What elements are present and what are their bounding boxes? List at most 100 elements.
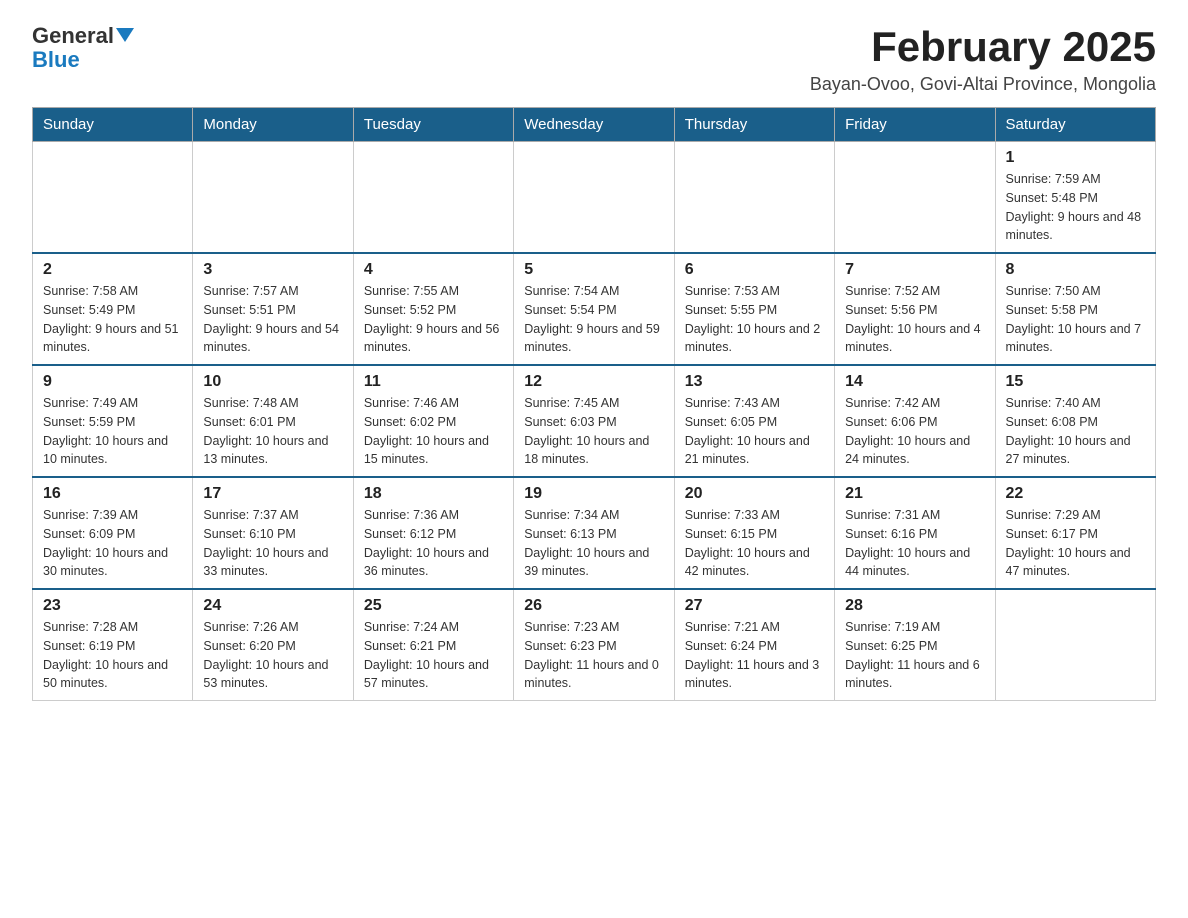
calendar-cell-w3-d7: 15Sunrise: 7:40 AMSunset: 6:08 PMDayligh… [995, 365, 1155, 477]
day-number: 24 [203, 597, 342, 615]
calendar-cell-w5-d6: 28 Sunrise: 7:19 AMSunset: 6:25 PMDayligh… [835, 589, 995, 701]
day-info: Sunrise: 7:49 AMSunset: 5:59 PMDaylight:… [43, 394, 182, 469]
calendar-cell-w2-d4: 5 Sunrise: 7:54 AMSunset: 5:54 PMDaylight… [514, 253, 674, 365]
day-info: Sunrise: 7:36 AMSunset: 6:12 PMDaylight:… [364, 506, 503, 581]
day-info: Sunrise: 7:19 AMSunset: 6:25 PMDaylight:… [845, 618, 984, 693]
calendar-week-3: 9 Sunrise: 7:49 AMSunset: 5:59 PMDaylight… [33, 365, 1156, 477]
calendar-cell-w3-d6: 14 Sunrise: 7:42 AMSunset: 6:06 PMDayligh… [835, 365, 995, 477]
header-friday: Friday [835, 108, 995, 142]
day-number: 10 [203, 373, 342, 391]
calendar-cell-w3-d1: 9 Sunrise: 7:49 AMSunset: 5:59 PMDaylight… [33, 365, 193, 477]
logo-triangle-icon [116, 28, 134, 42]
logo-blue-text: Blue [32, 47, 80, 72]
calendar-cell-w2-d3: 4 Sunrise: 7:55 AMSunset: 5:52 PMDaylight… [353, 253, 513, 365]
day-number: 6 [685, 261, 824, 279]
calendar-week-2: 2 Sunrise: 7:58 AMSunset: 5:49 PMDaylight… [33, 253, 1156, 365]
day-number: 28 [845, 597, 984, 615]
day-info: Sunrise: 7:23 AMSunset: 6:23 PMDaylight:… [524, 618, 663, 693]
logo-text: General Blue [32, 24, 134, 72]
header-thursday: Thursday [674, 108, 834, 142]
day-number: 5 [524, 261, 663, 279]
header-saturday: Saturday [995, 108, 1155, 142]
calendar-cell-w5-d3: 25 Sunrise: 7:24 AMSunset: 6:21 PMDayligh… [353, 589, 513, 701]
calendar-cell-w5-d4: 26 Sunrise: 7:23 AMSunset: 6:23 PMDayligh… [514, 589, 674, 701]
title-area: February 2025 Bayan-Ovoo, Govi-Altai Pro… [810, 24, 1156, 95]
calendar-cell-w2-d1: 2 Sunrise: 7:58 AMSunset: 5:49 PMDaylight… [33, 253, 193, 365]
day-info: Sunrise: 7:31 AMSunset: 6:16 PMDaylight:… [845, 506, 984, 581]
day-info: Sunrise: 7:57 AMSunset: 5:51 PMDaylight:… [203, 282, 342, 357]
calendar-cell-w3-d3: 11 Sunrise: 7:46 AMSunset: 6:02 PMDayligh… [353, 365, 513, 477]
calendar-cell-w3-d2: 10 Sunrise: 7:48 AMSunset: 6:01 PMDayligh… [193, 365, 353, 477]
day-number: 21 [845, 485, 984, 503]
day-number: 20 [685, 485, 824, 503]
day-info: Sunrise: 7:33 AMSunset: 6:15 PMDaylight:… [685, 506, 824, 581]
day-info: Sunrise: 7:37 AMSunset: 6:10 PMDaylight:… [203, 506, 342, 581]
day-number: 14 [845, 373, 984, 391]
day-info: Sunrise: 7:48 AMSunset: 6:01 PMDaylight:… [203, 394, 342, 469]
day-info: Sunrise: 7:26 AMSunset: 6:20 PMDaylight:… [203, 618, 342, 693]
day-number: 12 [524, 373, 663, 391]
calendar-subtitle: Bayan-Ovoo, Govi-Altai Province, Mongoli… [810, 74, 1156, 95]
calendar-cell-w2-d2: 3Sunrise: 7:57 AMSunset: 5:51 PMDaylight… [193, 253, 353, 365]
day-number: 26 [524, 597, 663, 615]
day-number: 17 [203, 485, 342, 503]
day-info: Sunrise: 7:45 AMSunset: 6:03 PMDaylight:… [524, 394, 663, 469]
day-info: Sunrise: 7:52 AMSunset: 5:56 PMDaylight:… [845, 282, 984, 357]
day-number: 25 [364, 597, 503, 615]
day-number: 8 [1006, 261, 1145, 279]
calendar-cell-w2-d5: 6Sunrise: 7:53 AMSunset: 5:55 PMDaylight… [674, 253, 834, 365]
logo: General Blue [32, 24, 134, 72]
calendar-week-4: 16Sunrise: 7:39 AMSunset: 6:09 PMDayligh… [33, 477, 1156, 589]
day-info: Sunrise: 7:55 AMSunset: 5:52 PMDaylight:… [364, 282, 503, 357]
day-number: 23 [43, 597, 182, 615]
calendar-cell-w3-d5: 13 Sunrise: 7:43 AMSunset: 6:05 PMDayligh… [674, 365, 834, 477]
calendar-cell-w4-d7: 22Sunrise: 7:29 AMSunset: 6:17 PMDayligh… [995, 477, 1155, 589]
calendar-cell-w1-d3 [353, 142, 513, 254]
day-info: Sunrise: 7:42 AMSunset: 6:06 PMDaylight:… [845, 394, 984, 469]
day-number: 13 [685, 373, 824, 391]
day-number: 27 [685, 597, 824, 615]
day-number: 7 [845, 261, 984, 279]
day-info: Sunrise: 7:50 AMSunset: 5:58 PMDaylight:… [1006, 282, 1145, 357]
calendar-cell-w4-d4: 19Sunrise: 7:34 AMSunset: 6:13 PMDayligh… [514, 477, 674, 589]
header-wednesday: Wednesday [514, 108, 674, 142]
calendar-cell-w3-d4: 12 Sunrise: 7:45 AMSunset: 6:03 PMDayligh… [514, 365, 674, 477]
header-sunday: Sunday [33, 108, 193, 142]
day-number: 22 [1006, 485, 1145, 503]
calendar-cell-w4-d6: 21 Sunrise: 7:31 AMSunset: 6:16 PMDayligh… [835, 477, 995, 589]
day-info: Sunrise: 7:28 AMSunset: 6:19 PMDaylight:… [43, 618, 182, 693]
day-number: 1 [1006, 149, 1145, 167]
day-number: 2 [43, 261, 182, 279]
calendar-week-5: 23 Sunrise: 7:28 AMSunset: 6:19 PMDayligh… [33, 589, 1156, 701]
header-monday: Monday [193, 108, 353, 142]
calendar-header-row: Sunday Monday Tuesday Wednesday Thursday… [33, 108, 1156, 142]
day-info: Sunrise: 7:54 AMSunset: 5:54 PMDaylight:… [524, 282, 663, 357]
calendar-cell-w2-d7: 8 Sunrise: 7:50 AMSunset: 5:58 PMDaylight… [995, 253, 1155, 365]
calendar-title: February 2025 [810, 24, 1156, 70]
day-info: Sunrise: 7:58 AMSunset: 5:49 PMDaylight:… [43, 282, 182, 357]
calendar-cell-w1-d6 [835, 142, 995, 254]
calendar-cell-w5-d5: 27 Sunrise: 7:21 AMSunset: 6:24 PMDayligh… [674, 589, 834, 701]
calendar-week-1: 1 Sunrise: 7:59 AMSunset: 5:48 PMDaylight… [33, 142, 1156, 254]
day-info: Sunrise: 7:46 AMSunset: 6:02 PMDaylight:… [364, 394, 503, 469]
header-tuesday: Tuesday [353, 108, 513, 142]
day-number: 11 [364, 373, 503, 391]
calendar-cell-w4-d2: 17 Sunrise: 7:37 AMSunset: 6:10 PMDayligh… [193, 477, 353, 589]
calendar-cell-w1-d1 [33, 142, 193, 254]
day-info: Sunrise: 7:21 AMSunset: 6:24 PMDaylight:… [685, 618, 824, 693]
day-info: Sunrise: 7:24 AMSunset: 6:21 PMDaylight:… [364, 618, 503, 693]
day-info: Sunrise: 7:59 AMSunset: 5:48 PMDaylight:… [1006, 170, 1145, 245]
day-number: 4 [364, 261, 503, 279]
day-info: Sunrise: 7:43 AMSunset: 6:05 PMDaylight:… [685, 394, 824, 469]
day-number: 16 [43, 485, 182, 503]
page-header: General Blue February 2025 Bayan-Ovoo, G… [32, 24, 1156, 95]
day-number: 9 [43, 373, 182, 391]
calendar-cell-w1-d7: 1 Sunrise: 7:59 AMSunset: 5:48 PMDaylight… [995, 142, 1155, 254]
calendar-cell-w2-d6: 7 Sunrise: 7:52 AMSunset: 5:56 PMDaylight… [835, 253, 995, 365]
calendar-cell-w4-d3: 18 Sunrise: 7:36 AMSunset: 6:12 PMDayligh… [353, 477, 513, 589]
day-number: 18 [364, 485, 503, 503]
calendar-cell-w5-d1: 23 Sunrise: 7:28 AMSunset: 6:19 PMDayligh… [33, 589, 193, 701]
day-number: 15 [1006, 373, 1145, 391]
calendar-cell-w4-d1: 16Sunrise: 7:39 AMSunset: 6:09 PMDayligh… [33, 477, 193, 589]
calendar-cell-w5-d2: 24 Sunrise: 7:26 AMSunset: 6:20 PMDayligh… [193, 589, 353, 701]
